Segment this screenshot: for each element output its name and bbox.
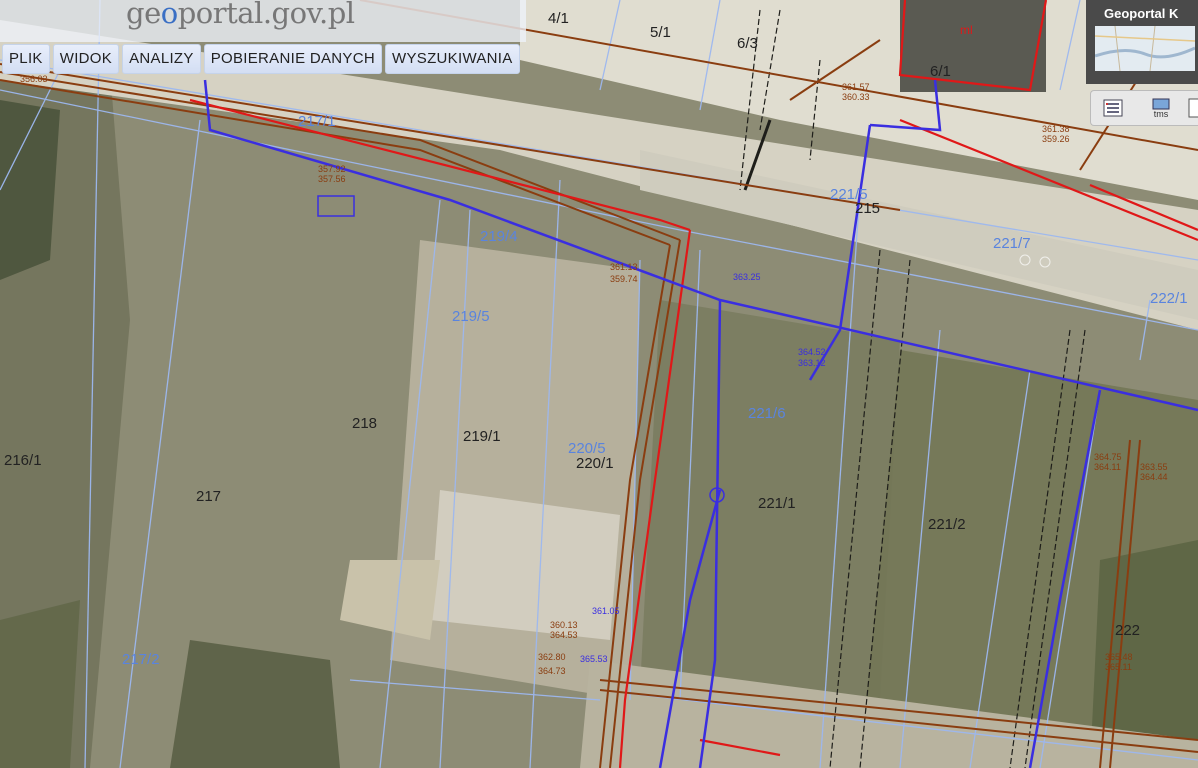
tms-label: tms [1153,109,1169,119]
elevation-label: 361.57 [842,82,870,92]
parcel-label[interactable]: 221/1 [758,495,796,512]
elevation-label: 364.53 [550,630,578,640]
menu-wyszukiwania[interactable]: WYSZUKIWANIA [385,44,520,74]
elevation-label: 364.75 [1094,452,1122,462]
parcel-label-blue[interactable]: 220/5 [568,440,606,457]
menu-plik[interactable]: PLIK [2,44,50,74]
elevation-label: 361.38 [1042,124,1070,134]
logo-text-part: .gov.pl [262,0,355,30]
parcel-label[interactable]: 221/2 [928,516,966,533]
overview-map-graphic [1095,26,1195,71]
layers-list-icon[interactable] [1101,97,1125,119]
elevation-label: 364.52 [798,347,826,357]
parcel-label[interactable]: 5/1 [650,24,671,41]
main-menu: PLIK WIDOK ANALIZY POBIERANIE DANYCH WYS… [2,44,520,74]
elevation-label: 359.26 [1042,134,1070,144]
toolbox-more-icon[interactable] [1187,97,1198,119]
parcel-label-blue[interactable]: 219/5 [452,308,490,325]
elevation-label: 365.48 [1105,652,1133,662]
elevation-label: 365.11 [1105,662,1132,672]
parcel-label[interactable]: 219/1 [463,428,501,445]
parcel-label-blue[interactable]: 221/7 [993,235,1031,252]
parcel-label[interactable]: 222 [1115,622,1140,639]
parcel-label[interactable]: 6/1 [930,63,951,80]
parcel-label[interactable]: 216/1 [4,452,42,469]
parcel-label[interactable]: 217 [196,488,221,505]
elevation-label: 365.53 [580,654,608,664]
elevation-label: 364.11 [1094,462,1121,472]
menu-widok[interactable]: WIDOK [52,44,120,74]
elevation-label: 361.13 [610,262,638,272]
overview-panel: Geoportal K [1086,0,1198,84]
elevation-label: 357.92 [318,164,346,174]
parcel-label-blue[interactable]: 221/6 [748,405,786,422]
logo-text-part: o [160,0,178,30]
logo-text-part: ge [126,0,161,30]
overview-title: Geoportal K [1104,6,1179,21]
parcel-label-blue[interactable]: 222/1 [1150,290,1188,307]
overview-map[interactable] [1095,26,1195,71]
elevation-label: 357.56 [318,174,346,184]
header-bar: geoportal.gov.pl [0,0,526,42]
elevation-label: 362.80 [538,652,566,662]
elevation-label: 359.74 [610,274,638,284]
elevation-label: 360.13 [550,620,578,630]
elevation-label: 363.12 [798,358,826,368]
tms-service-icon[interactable]: tms [1149,97,1173,119]
elevation-label: 361.05 [592,606,620,616]
parcel-label-blue[interactable]: 217/2 [122,651,160,668]
geoportal-logo[interactable]: geoportal.gov.pl [126,0,355,30]
elevation-label: 356.03 [20,74,48,84]
parcel-label[interactable]: 4/1 [548,10,569,27]
map-toolbox: tms [1090,90,1198,126]
parcel-label[interactable]: 6/3 [737,35,758,52]
elevation-label: 363.25 [733,272,761,282]
elevation-label: 364.73 [538,666,566,676]
elevation-label: 363.55 [1140,462,1168,472]
map-labels-layer: 4/1 5/1 6/3 6/1 215 218 219/1 220/1 221/… [4,10,1188,676]
parcel-label-blue[interactable]: 221/5 [830,186,868,203]
parcel-label-blue[interactable]: 219/4 [480,228,518,245]
parcel-label[interactable]: 220/1 [576,455,614,472]
menu-analizy[interactable]: ANALIZY [122,44,201,74]
parcel-label[interactable]: 218 [352,415,377,432]
building-label: ml [960,23,973,37]
parcel-label-blue[interactable]: 217/1 [298,113,336,130]
elevation-label: 360.33 [842,92,870,102]
logo-text-part: portal [177,0,264,30]
elevation-label: 364.44 [1140,472,1168,482]
menu-pobieranie-danych[interactable]: POBIERANIE DANYCH [203,44,383,74]
